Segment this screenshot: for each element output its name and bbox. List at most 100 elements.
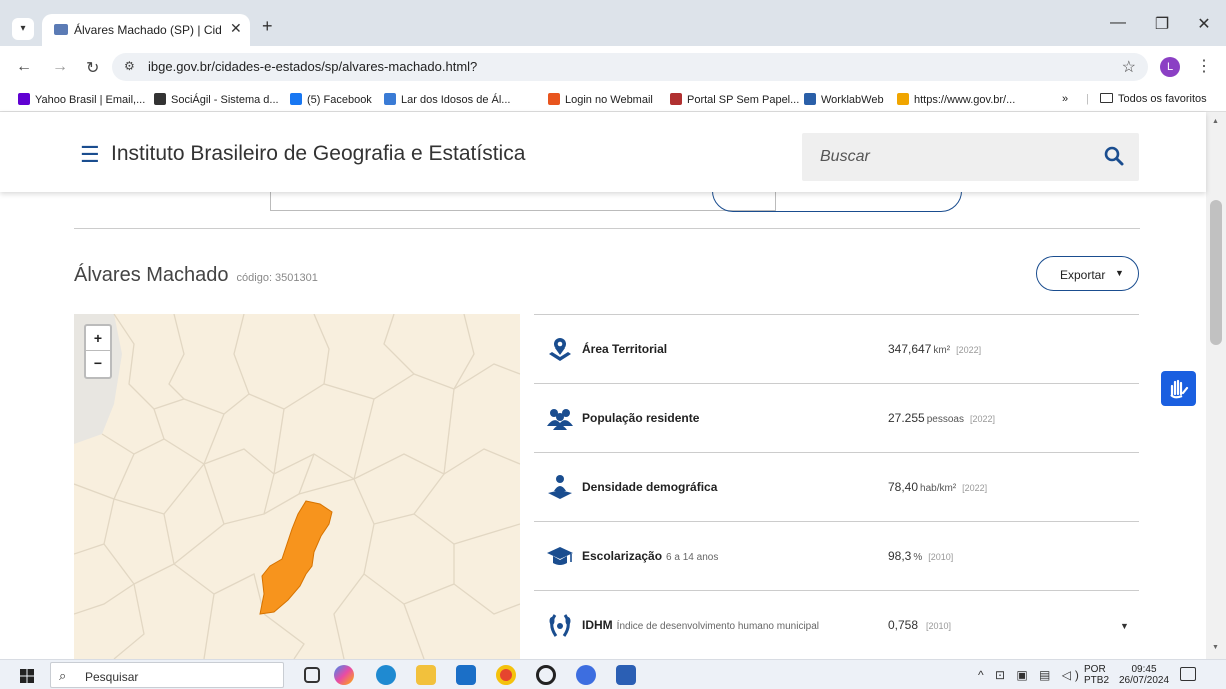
indicator-row[interactable]: Escolarização 6 a 14 anos 98,3% [2010]: [534, 521, 1139, 590]
indicator-name-text: Escolarização: [582, 549, 663, 563]
browser-tab[interactable]: Álvares Machado (SP) | Cidades ✕: [42, 14, 250, 46]
edge-icon[interactable]: [376, 665, 396, 685]
bookmark-item[interactable]: WorklabWeb: [804, 93, 884, 106]
bookmark-item[interactable]: SociÁgil - Sistema d...: [154, 93, 279, 106]
search-icon[interactable]: [1103, 145, 1125, 167]
browser-menu-icon[interactable]: ⋮: [1196, 56, 1212, 76]
zoom-in-button[interactable]: +: [86, 326, 110, 351]
search-placeholder: Buscar: [820, 148, 870, 165]
task-view-icon[interactable]: [304, 667, 320, 683]
indicator-value: 347,647 km² [2022]: [888, 342, 981, 356]
reload-icon[interactable]: ↻: [86, 58, 99, 78]
browser-toolbar: ← → ↻ ⚙ ibge.gov.br/cidades-e-estados/sp…: [0, 46, 1226, 88]
mail-icon[interactable]: [456, 665, 476, 685]
indicator-year: [2022]: [962, 483, 988, 493]
bookmark-item[interactable]: (5) Facebook: [290, 93, 372, 106]
scroll-up-icon[interactable]: ▲: [1212, 118, 1219, 125]
indicator-name-text: Área Territorial: [582, 342, 668, 356]
people-icon: [546, 404, 574, 432]
export-button[interactable]: Exportar ▼: [1036, 256, 1139, 291]
indicator-number: 0,758: [888, 618, 919, 632]
bookmark-item[interactable]: https://www.gov.br/...: [897, 93, 1015, 106]
indicator-unit: pessoas: [926, 414, 964, 425]
clock-date: 26/07/2024: [1118, 675, 1170, 686]
tab-title: Álvares Machado (SP) | Cidades: [74, 23, 222, 37]
bookmark-favicon-icon: [548, 93, 560, 105]
system-tray-icons[interactable]: ^ ⊡ ▣ ▤ ◁): [978, 668, 1083, 682]
municipality-highlight-shape[interactable]: [259, 500, 333, 615]
zoom-out-button[interactable]: −: [86, 351, 110, 376]
indicator-description: Índice de desenvolvimento humano municip…: [616, 621, 820, 632]
restore-button[interactable]: ❐: [1144, 14, 1180, 34]
municipality-code: código: 3501301: [236, 272, 318, 284]
bookmark-label: Portal SP Sem Papel...: [687, 94, 800, 106]
input-language[interactable]: POR PTB2: [1084, 664, 1109, 686]
tab-close-icon[interactable]: ✕: [230, 20, 242, 37]
close-window-button[interactable]: ✕: [1186, 14, 1222, 34]
bookmark-item[interactable]: Login no Webmail: [548, 93, 653, 106]
bookmark-label: https://www.gov.br/...: [914, 94, 1016, 106]
tab-search-button[interactable]: ▾: [12, 18, 34, 40]
indicator-row[interactable]: Área Territorial 347,647 km² [2022]: [534, 314, 1139, 383]
indicator-unit: km²: [933, 345, 951, 356]
search-input[interactable]: Buscar: [802, 133, 1139, 181]
hamburger-menu-icon[interactable]: ☰: [80, 142, 100, 168]
indicator-name: IDHM Índice de desenvolvimento humano mun…: [582, 618, 819, 632]
profile-avatar[interactable]: L: [1160, 57, 1180, 77]
clock[interactable]: 09:45 26/07/2024: [1118, 664, 1170, 686]
scroll-down-icon[interactable]: ▼: [1212, 644, 1219, 651]
person-area-icon: [546, 473, 574, 501]
back-icon[interactable]: ←: [16, 58, 32, 76]
minimize-button[interactable]: —: [1100, 14, 1136, 32]
indicator-name-text: Densidade demográfica: [582, 480, 718, 494]
accessibility-vlibras-button[interactable]: [1161, 371, 1196, 406]
bookmark-item[interactable]: Portal SP Sem Papel...: [670, 93, 799, 106]
indicator-row[interactable]: Densidade demográfica 78,40 hab/km² [2022]: [534, 452, 1139, 521]
file-explorer-icon[interactable]: [416, 665, 436, 685]
new-tab-button[interactable]: +: [262, 16, 273, 37]
bookmark-favicon-icon: [670, 93, 682, 105]
scroll-thumb[interactable]: [1210, 200, 1222, 345]
page-scrollbar[interactable]: ▲ ▼: [1206, 112, 1226, 659]
site-title[interactable]: Instituto Brasileiro de Geografia e Esta…: [111, 142, 525, 166]
taskbar-search-icon: ⌕: [59, 668, 67, 683]
indicator-year: [2010]: [926, 621, 952, 631]
bookmark-star-icon[interactable]: ☆: [1122, 57, 1136, 77]
bookmark-item[interactable]: Yahoo Brasil | Email,...: [18, 93, 145, 106]
indicator-row[interactable]: IDHM Índice de desenvolvimento humano mun…: [534, 590, 1139, 659]
forward-icon[interactable]: →: [52, 58, 68, 76]
indicator-year: [2022]: [956, 345, 982, 355]
caret-down-icon: ▼: [1115, 268, 1124, 278]
indicator-name-text: População residente: [582, 411, 700, 425]
indicator-name: Escolarização 6 a 14 anos: [582, 549, 718, 563]
indicator-unit: hab/km²: [920, 483, 957, 494]
indicator-number: 78,40: [888, 480, 919, 494]
indicator-number: 27.255: [888, 411, 925, 425]
chrome-icon[interactable]: [496, 665, 516, 685]
map-borders: [74, 314, 520, 659]
whatsapp-icon[interactable]: [536, 665, 556, 685]
url-text[interactable]: ibge.gov.br/cidades-e-estados/sp/alvares…: [148, 59, 477, 74]
word-icon[interactable]: [616, 665, 636, 685]
copilot-app-icon[interactable]: [576, 665, 596, 685]
bookmark-favicon-icon: [290, 93, 302, 105]
hand-sign-icon: [1170, 379, 1189, 399]
indicator-value: 78,40 hab/km² [2022]: [888, 480, 987, 494]
bookmarks-overflow-button[interactable]: »: [1062, 93, 1068, 105]
bookmark-favicon-icon: [897, 93, 909, 105]
indicator-row[interactable]: População residente 27.255 pessoas [2022]: [534, 383, 1139, 452]
municipality-map[interactable]: + −: [74, 314, 520, 659]
all-bookmarks-folder[interactable]: Todos os favoritos: [1100, 93, 1207, 105]
indicator-name: Área Territorial: [582, 342, 671, 356]
windows-taskbar: ⌕ Pesquisar ^ ⊡ ▣ ▤ ◁) POR PTB2 09:45 26…: [0, 659, 1226, 689]
windows-start-icon[interactable]: [20, 669, 34, 683]
site-info-icon[interactable]: ⚙: [124, 59, 135, 73]
bookmarks-bar: Yahoo Brasil | Email,... SociÁgil - Siste…: [0, 88, 1226, 112]
expand-caret-icon[interactable]: ▼: [1120, 621, 1129, 631]
taskbar-search[interactable]: ⌕ Pesquisar: [50, 662, 284, 688]
bookmark-item[interactable]: Lar dos Idosos de Ál...: [384, 93, 510, 106]
address-bar[interactable]: ⚙ ibge.gov.br/cidades-e-estados/sp/alvar…: [112, 53, 1148, 81]
indicator-name: Densidade demográfica: [582, 480, 721, 494]
copilot-icon[interactable]: [334, 665, 354, 685]
notifications-icon[interactable]: [1180, 667, 1196, 681]
